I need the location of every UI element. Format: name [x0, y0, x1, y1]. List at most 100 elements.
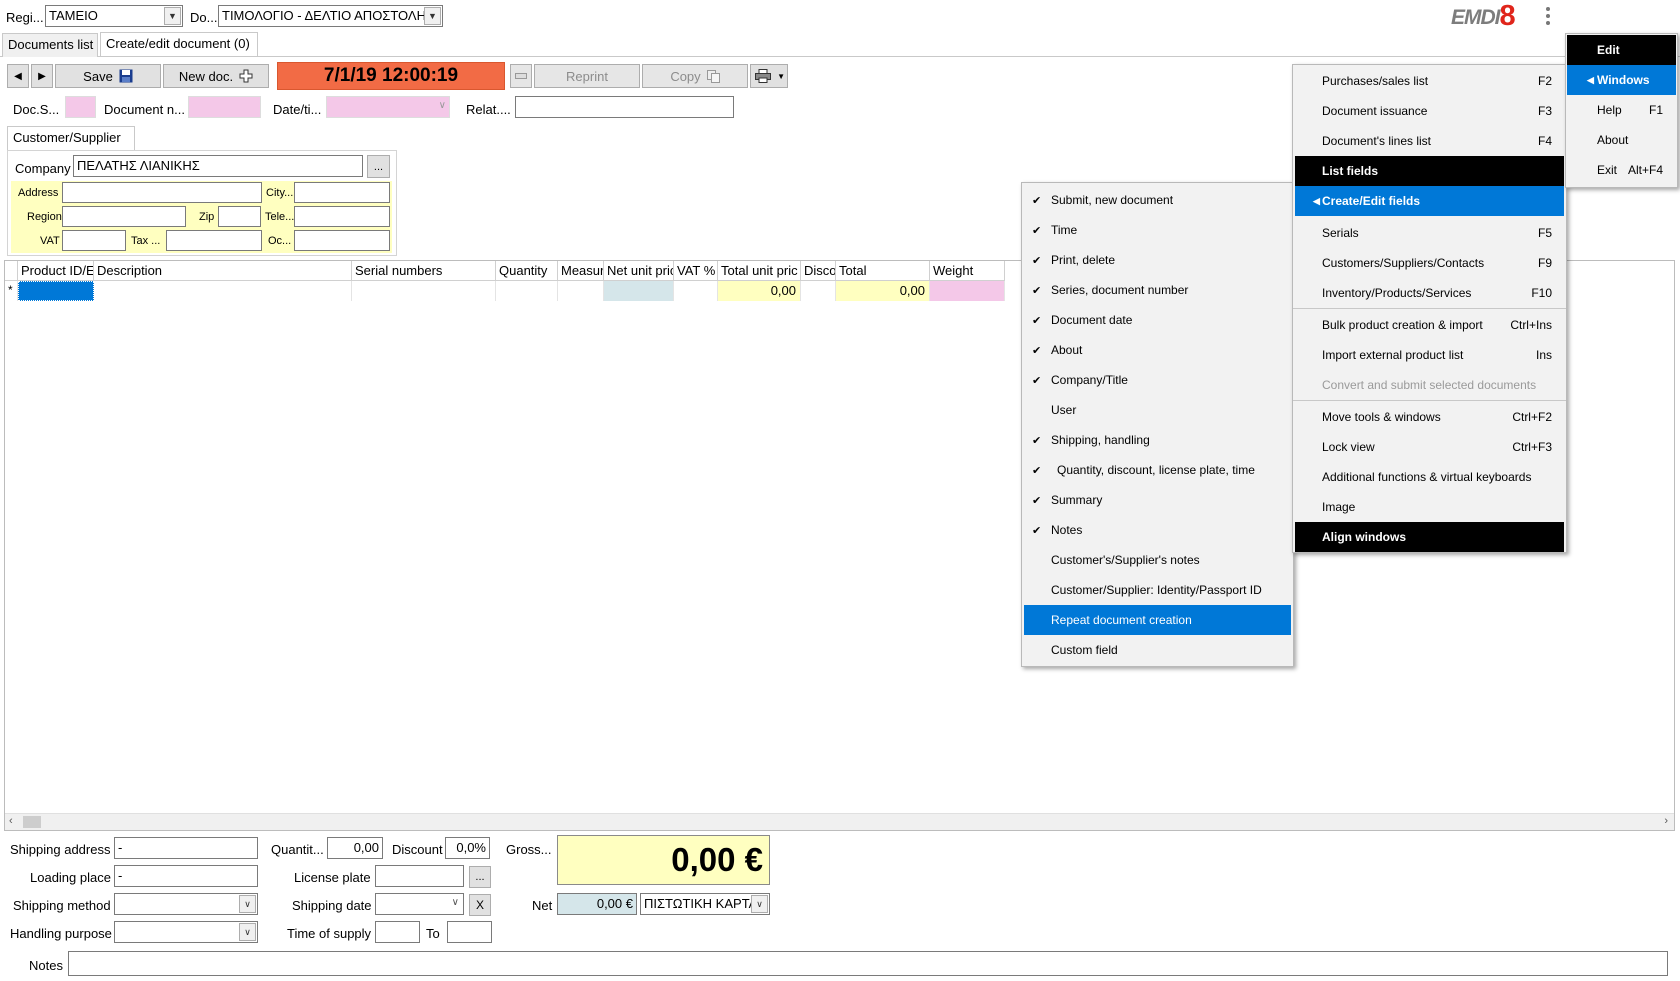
zip-field[interactable] — [218, 206, 261, 227]
menu-item-lock-view[interactable]: Lock view Ctrl+F3 — [1293, 432, 1566, 462]
col-header-quantity[interactable]: Quantity — [496, 261, 558, 281]
menu-item-document-lines-list[interactable]: Document's lines list F4 — [1293, 126, 1566, 156]
menu-item-about[interactable]: About — [1566, 125, 1677, 155]
menu-item-inventory[interactable]: Inventory/Products/Services F10 — [1293, 278, 1566, 308]
menu-item-identity-passport[interactable]: Customer/Supplier: Identity/Passport ID — [1022, 575, 1293, 605]
col-header-total-unit-price[interactable]: Total unit pric — [718, 261, 801, 281]
menu-item-print-delete[interactable]: ✔ Print, delete — [1022, 245, 1293, 275]
tab-customer-supplier[interactable]: Customer/Supplier — [7, 126, 135, 150]
menu-item-company-title[interactable]: ✔ Company/Title — [1022, 365, 1293, 395]
telephone-field[interactable] — [294, 206, 390, 227]
vat-field[interactable] — [62, 230, 126, 251]
dropdown-arrow-icon[interactable]: ▼ — [777, 72, 785, 81]
menu-item-additional-functions[interactable]: Additional functions & virtual keyboards — [1293, 462, 1566, 492]
doc-series-field[interactable] — [65, 96, 96, 118]
menu-item-user[interactable]: User — [1022, 395, 1293, 425]
discount-field[interactable]: 0,0% — [445, 837, 490, 859]
col-header-measure[interactable]: Measur — [558, 261, 604, 281]
menu-item-image[interactable]: Image — [1293, 492, 1566, 522]
chevron-down-icon[interactable]: ∨ — [439, 100, 446, 111]
col-header-discount[interactable]: Disco — [801, 261, 836, 281]
save-button[interactable]: Save — [55, 64, 161, 88]
menu-item-windows[interactable]: ◀ Windows — [1567, 65, 1676, 95]
new-document-button[interactable]: New doc. — [163, 64, 269, 88]
menu-item-repeat-document-creation[interactable]: Repeat document creation — [1024, 605, 1291, 635]
tax-office-field[interactable] — [166, 230, 262, 251]
shipping-date-field[interactable]: ∨ — [375, 893, 464, 915]
payment-method-select[interactable]: ΠΙΣΤΩΤΙΚΗ ΚΑΡΤΑ ∨ — [640, 893, 770, 915]
menu-item-purchases-sales-list[interactable]: Purchases/sales list F2 — [1293, 66, 1566, 96]
cell-quantity[interactable] — [496, 281, 558, 301]
cell-serial-numbers[interactable] — [352, 281, 496, 301]
occupation-field[interactable] — [294, 230, 390, 251]
col-header-vat-percent[interactable]: VAT % — [674, 261, 718, 281]
cell-total[interactable]: 0,00 — [836, 281, 930, 301]
chevron-down-icon[interactable]: ∨ — [239, 923, 256, 941]
menu-item-import-external-products[interactable]: Import external product list Ins — [1293, 340, 1566, 370]
col-header-description[interactable]: Description — [94, 261, 352, 281]
menu-item-help[interactable]: Help F1 — [1566, 95, 1677, 125]
scroll-right-icon[interactable]: › — [1664, 815, 1668, 827]
doc-type-select[interactable]: ΤΙΜΟΛΟΓΙΟ - ΔΕΛΤΙΟ ΑΠΟΣΤΟΛΗΣ ▼ — [218, 5, 443, 27]
menu-item-about[interactable]: ✔ About — [1022, 335, 1293, 365]
document-datetime[interactable]: 7/1/19 12:00:19 — [277, 62, 505, 90]
company-field[interactable]: ΠΕΛΑΤΗΣ ΛΙΑΝΙΚΗΣ — [73, 155, 363, 177]
copy-button[interactable]: Copy — [642, 64, 748, 88]
menu-item-edit[interactable]: Edit — [1567, 35, 1676, 65]
col-header-total[interactable]: Total — [836, 261, 930, 281]
menu-item-shipping-handling[interactable]: ✔ Shipping, handling — [1022, 425, 1293, 455]
notes-field[interactable] — [68, 951, 1668, 976]
col-header-net-unit-price[interactable]: Net unit pric — [604, 261, 674, 281]
loading-place-field[interactable]: - — [114, 865, 258, 887]
cell-weight[interactable] — [930, 281, 1005, 301]
related-field[interactable] — [515, 96, 734, 118]
cell-net-unit-price[interactable] — [604, 281, 674, 301]
next-button[interactable]: ▶ — [31, 64, 53, 88]
print-button[interactable]: ▼ — [750, 64, 788, 88]
menu-item-align-windows[interactable]: Align windows — [1295, 522, 1564, 552]
city-field[interactable] — [294, 182, 390, 203]
scroll-left-icon[interactable]: ‹ — [9, 815, 13, 827]
horizontal-scrollbar[interactable]: ‹ › — [5, 813, 1674, 830]
scrollbar-thumb[interactable] — [23, 816, 41, 828]
menu-item-move-tools-windows[interactable]: Move tools & windows Ctrl+F2 — [1293, 402, 1566, 432]
time-of-supply-to-field[interactable] — [447, 921, 492, 943]
company-browse-button[interactable]: ... — [367, 155, 390, 178]
vertical-dots-icon[interactable] — [1543, 5, 1553, 27]
cell-vat-percent[interactable] — [674, 281, 718, 301]
menu-item-customer-notes[interactable]: Customer's/Supplier's notes — [1022, 545, 1293, 575]
chevron-down-icon[interactable]: ▼ — [164, 7, 181, 25]
cell-description[interactable] — [94, 281, 352, 301]
menu-item-quantity-discount[interactable]: ✔ Quantity, discount, license plate, time — [1022, 455, 1293, 485]
col-header-product-id[interactable]: Product ID/E — [18, 261, 94, 281]
tab-create-edit-document[interactable]: Create/edit document (0) — [100, 32, 258, 56]
reprint-button[interactable]: Reprint — [534, 64, 640, 88]
chevron-down-icon[interactable]: ∨ — [239, 895, 256, 913]
chevron-down-icon[interactable]: ∨ — [751, 895, 768, 913]
delete-button[interactable] — [510, 64, 532, 88]
col-header-weight[interactable]: Weight — [930, 261, 1005, 281]
clear-shipping-date-button[interactable]: X — [469, 894, 491, 916]
address-field[interactable] — [62, 182, 262, 203]
quantity-total-field[interactable]: 0,00 — [327, 837, 383, 859]
handling-purpose-select[interactable]: ∨ — [114, 921, 258, 943]
license-plate-browse-button[interactable]: ... — [469, 866, 491, 888]
shipping-method-select[interactable]: ∨ — [114, 893, 258, 915]
menu-item-notes[interactable]: ✔ Notes — [1022, 515, 1293, 545]
menu-item-custom-field[interactable]: Custom field — [1022, 635, 1293, 665]
tab-documents-list[interactable]: Documents list — [2, 33, 98, 57]
menu-item-series-document-number[interactable]: ✔ Series, document number — [1022, 275, 1293, 305]
menu-item-document-issuance[interactable]: Document issuance F3 — [1293, 96, 1566, 126]
cell-measure[interactable] — [558, 281, 604, 301]
menu-item-customers-suppliers[interactable]: Customers/Suppliers/Contacts F9 — [1293, 248, 1566, 278]
menu-item-create-edit-fields[interactable]: ◀ Create/Edit fields — [1295, 186, 1564, 216]
cell-product-id-selected[interactable] — [18, 281, 94, 301]
menu-item-document-date[interactable]: ✔ Document date — [1022, 305, 1293, 335]
cell-total-unit-price[interactable]: 0,00 — [718, 281, 801, 301]
document-number-field[interactable] — [188, 96, 261, 118]
register-select[interactable]: ΤΑΜΕΙΟ ▼ — [45, 5, 183, 27]
chevron-down-icon[interactable]: ∨ — [452, 897, 459, 908]
menu-item-time[interactable]: ✔ Time — [1022, 215, 1293, 245]
region-field[interactable] — [62, 206, 186, 227]
col-header-serial-numbers[interactable]: Serial numbers — [352, 261, 496, 281]
